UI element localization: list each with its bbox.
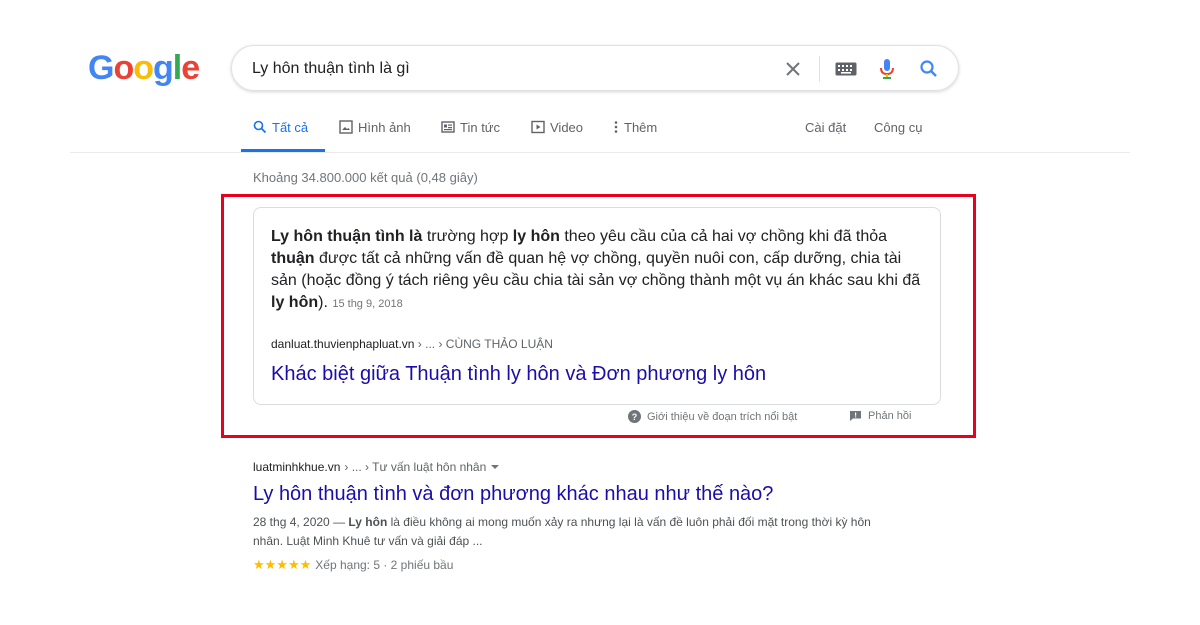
logo-letter: o (133, 49, 154, 87)
tab-label: Công cụ (874, 120, 923, 135)
cite-path: › ... › Tư vấn luật hôn nhân (344, 460, 487, 474)
tab-label: Cài đặt (805, 120, 847, 135)
tab-label: Thêm (624, 120, 658, 135)
dropdown-arrow-icon[interactable] (490, 463, 500, 471)
search-tabs: Tất cả Hình ảnh Tin tức Video Thêm Cài đ… (253, 120, 953, 152)
tab-label: Video (550, 120, 584, 135)
snippet-bold: thuận (271, 250, 315, 267)
result-snippet: 28 thg 4, 2020 — Ly hôn là điều không ai… (253, 513, 893, 551)
tab-label: Tất cả (272, 120, 309, 135)
snippet-text-part: ). (318, 294, 328, 311)
logo-letter: e (181, 49, 200, 87)
snippet-text-part: theo yêu cầu của cả hai vợ chồng khi đã … (559, 228, 888, 245)
result-stats: Khoảng 34.800.000 kết quả (0,48 giây) (253, 170, 478, 185)
featured-snippet-text: Ly hôn thuận tình là trường hợp ly hôn t… (271, 226, 931, 315)
result-cite[interactable]: luatminhkhue.vn › ... › Tư vấn luật hôn … (253, 460, 500, 474)
snippet-bold: Ly hôn (348, 515, 388, 529)
feedback-icon (850, 411, 861, 421)
tab-label: Tin tức (460, 120, 501, 135)
search-icon[interactable] (917, 57, 941, 81)
image-icon (339, 120, 353, 134)
news-icon (441, 121, 455, 133)
help-icon: ? (628, 410, 641, 423)
header-divider (70, 152, 1130, 153)
search-icon (253, 120, 267, 134)
svg-text:?: ? (632, 412, 638, 422)
google-logo[interactable]: Google (88, 48, 200, 88)
snippet-text-part: 28 thg 4, 2020 — (253, 515, 349, 529)
logo-letter: g (153, 49, 174, 87)
keyboard-icon[interactable] (833, 57, 859, 81)
tab-more[interactable]: Thêm (613, 120, 657, 152)
tab-all[interactable]: Tất cả (253, 120, 308, 152)
tab-label: Hình ảnh (358, 120, 411, 135)
rating-text: Xếp hạng: 5 · 2 phiếu bầu (315, 558, 454, 572)
feedback-button[interactable]: Phản hồi (849, 410, 911, 422)
close-icon[interactable] (781, 57, 805, 81)
star-rating-icon: ★★★★★ (253, 557, 312, 572)
tab-images[interactable]: Hình ảnh (339, 120, 411, 152)
about-label: Giới thiệu về đoạn trích nổi bật (647, 410, 798, 423)
featured-result-title[interactable]: Khác biệt giữa Thuận tình ly hôn và Đơn … (271, 361, 766, 387)
cite-path: › ... › CÙNG THẢO LUẬN (414, 337, 553, 351)
snippet-bold: ly hôn (512, 228, 560, 245)
snippet-bold: Ly hôn thuận tình là (271, 228, 423, 245)
more-vertical-icon (614, 121, 618, 133)
logo-letter: o (113, 49, 134, 87)
snippet-text-part: được tất cả những vấn đề quan hệ vợ chồn… (271, 250, 921, 289)
tab-settings[interactable]: Cài đặt (805, 120, 846, 152)
featured-cite[interactable]: danluat.thuvienphapluat.vn › ... › CÙNG … (271, 337, 553, 351)
tab-news[interactable]: Tin tức (441, 120, 500, 152)
tab-tools[interactable]: Công cụ (874, 120, 922, 152)
search-input[interactable] (252, 58, 772, 80)
result-rating: ★★★★★ Xếp hạng: 5 · 2 phiếu bầu (253, 557, 453, 573)
featured-snippet-card: Ly hôn thuận tình là trường hợp ly hôn t… (253, 207, 941, 405)
about-featured-snippets[interactable]: ? Giới thiệu về đoạn trích nổi bật (628, 410, 797, 423)
feedback-label: Phản hồi (868, 410, 912, 422)
search-divider (819, 56, 820, 82)
cite-domain: danluat.thuvienphapluat.vn (271, 337, 415, 351)
result-title[interactable]: Ly hôn thuận tình và đơn phương khác nha… (253, 481, 773, 507)
logo-letter: l (172, 49, 183, 87)
video-icon (531, 120, 545, 134)
microphone-icon[interactable] (875, 57, 899, 81)
snippet-text-part: trường hợp (422, 228, 513, 245)
search-box (231, 45, 959, 91)
tab-video[interactable]: Video (531, 120, 583, 152)
logo-letter: G (88, 49, 114, 87)
snippet-bold: ly hôn (271, 294, 319, 311)
cite-domain: luatminhkhue.vn (253, 460, 341, 474)
snippet-date: 15 thg 9, 2018 (332, 298, 403, 310)
